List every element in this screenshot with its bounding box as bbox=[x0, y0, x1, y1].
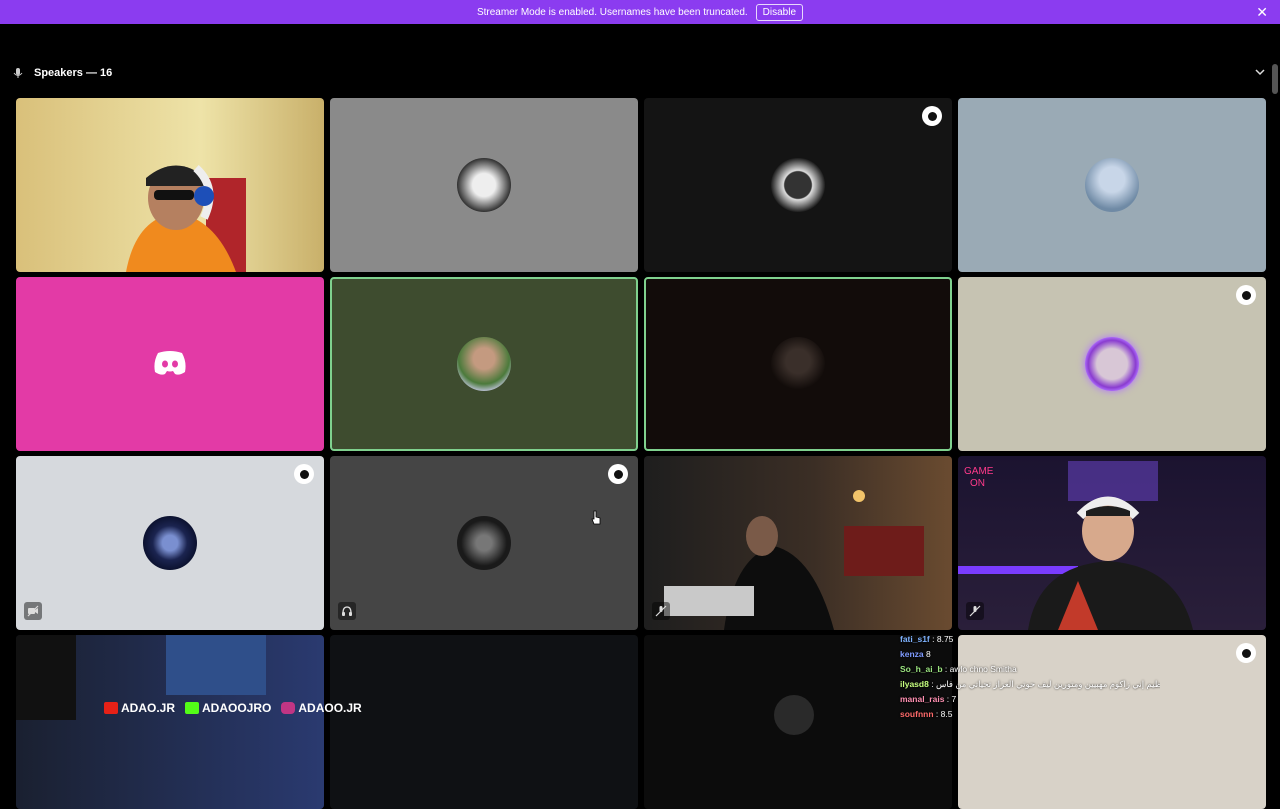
participant-tile[interactable] bbox=[16, 456, 324, 630]
participant-video-tile[interactable]: GAME ON bbox=[958, 456, 1266, 630]
hand-cursor-icon bbox=[591, 510, 601, 525]
avatar bbox=[1085, 337, 1139, 391]
participant-tile[interactable] bbox=[330, 98, 638, 272]
muted-mic-icon bbox=[652, 602, 670, 620]
deafened-icon bbox=[338, 602, 356, 620]
participant-tile-speaking[interactable] bbox=[330, 277, 638, 451]
speakers-header[interactable]: Speakers — 16 bbox=[12, 62, 1270, 84]
streamer-video bbox=[126, 165, 246, 272]
participant-tile-speaking[interactable] bbox=[644, 277, 952, 451]
avatar bbox=[1085, 158, 1139, 212]
avatar bbox=[457, 516, 511, 570]
chat-message: So_h_ai_b : awlo chno Smitha bbox=[900, 664, 1017, 674]
scrollbar[interactable] bbox=[1272, 64, 1278, 94]
instagram-icon bbox=[281, 702, 296, 714]
close-icon[interactable]: ✕ bbox=[1256, 4, 1268, 21]
avatar bbox=[457, 158, 511, 212]
chat-message: manal_rais : 7 bbox=[900, 694, 957, 704]
avatar bbox=[771, 337, 825, 391]
avatar bbox=[774, 695, 814, 735]
moderator-badge-icon bbox=[1236, 285, 1256, 305]
instagram-handle: ADAOO.JR bbox=[281, 701, 362, 715]
participant-video-tile[interactable] bbox=[644, 456, 952, 630]
microphone-icon bbox=[13, 68, 23, 78]
svg-text:GAME: GAME bbox=[964, 466, 994, 477]
chat-message: fati_s1f : 8.75 bbox=[900, 634, 954, 644]
youtube-handle: ADAO.JR bbox=[104, 701, 175, 715]
kick-icon bbox=[185, 702, 200, 714]
youtube-icon bbox=[104, 702, 118, 714]
discord-logo-icon bbox=[154, 351, 186, 375]
svg-text:ON: ON bbox=[970, 478, 985, 489]
chat-message: kenza 8 bbox=[900, 649, 931, 659]
participant-tile[interactable] bbox=[958, 98, 1266, 272]
social-handles-overlay: ADAO.JR ADAOOJRO ADAOO.JR bbox=[104, 701, 362, 715]
muted-mic-icon bbox=[966, 602, 984, 620]
participant-video: GAME ON bbox=[958, 461, 1193, 630]
participant-tile[interactable] bbox=[330, 456, 638, 630]
participant-tile[interactable] bbox=[330, 635, 638, 809]
streamer-mode-banner: Streamer Mode is enabled. Usernames have… bbox=[0, 0, 1280, 24]
participant-tile[interactable] bbox=[644, 98, 952, 272]
stream-chat-overlay: fati_s1f : 8.75 kenza 8 So_h_ai_b : awlo… bbox=[900, 632, 1160, 722]
disable-streamer-mode-button[interactable]: Disable bbox=[755, 3, 804, 21]
participant-video bbox=[664, 490, 924, 630]
moderator-badge-icon bbox=[922, 106, 942, 126]
avatar bbox=[771, 158, 825, 212]
speakers-title: Speakers — 16 bbox=[34, 67, 113, 79]
kick-handle: ADAOOJRO bbox=[185, 701, 271, 715]
camera-off-icon bbox=[24, 602, 42, 620]
banner-message: Streamer Mode is enabled. Usernames have… bbox=[476, 6, 748, 18]
participant-tile[interactable] bbox=[16, 277, 324, 451]
moderator-badge-icon bbox=[1236, 643, 1256, 663]
participant-tile[interactable] bbox=[958, 277, 1266, 451]
chat-message: ilyasd8 : السيم بالله العلي العظيم إني ز… bbox=[900, 679, 1160, 689]
chevron-down-icon[interactable] bbox=[1254, 66, 1266, 78]
moderator-badge-icon bbox=[294, 464, 314, 484]
moderator-badge-icon bbox=[608, 464, 628, 484]
participant-video-tile[interactable] bbox=[16, 635, 324, 809]
avatar bbox=[457, 337, 511, 391]
participant-video-tile[interactable] bbox=[16, 98, 324, 272]
avatar bbox=[143, 516, 197, 570]
